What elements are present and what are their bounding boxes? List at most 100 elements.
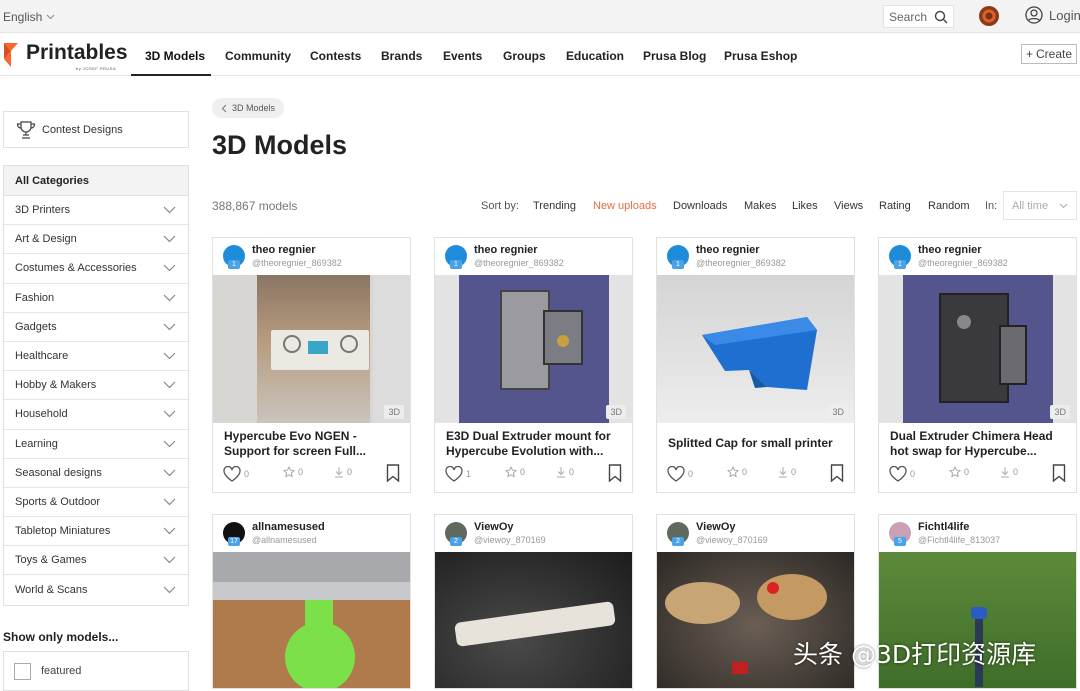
category-item[interactable]: Toys & Games	[4, 546, 188, 576]
category-item[interactable]: Learning	[4, 430, 188, 459]
create-label: Create	[1035, 47, 1073, 61]
category-item[interactable]: World & Scans	[4, 575, 188, 604]
chevron-down-icon[interactable]	[163, 294, 176, 302]
like-button[interactable]: 0	[889, 466, 915, 482]
user-badge-icon[interactable]	[979, 6, 999, 26]
model-title[interactable]: Dual Extruder Chimera Head hot swap for …	[879, 423, 1076, 459]
model-image[interactable]: 3D	[435, 275, 632, 423]
chevron-down-icon[interactable]	[163, 381, 176, 389]
sort-trending[interactable]: Trending	[533, 200, 576, 212]
like-button[interactable]: 1	[445, 466, 471, 482]
model-image[interactable]: 3D	[657, 275, 854, 423]
login-button[interactable]: Login	[1025, 6, 1080, 24]
time-filter-select[interactable]: All time	[1003, 191, 1077, 220]
model-card[interactable]: 1 theo regnier @theoregnier_869382 3D Sp…	[656, 237, 855, 493]
chevron-down-icon[interactable]	[163, 410, 176, 418]
download-count: 0	[1013, 467, 1019, 477]
chevron-down-icon[interactable]	[163, 323, 176, 331]
level-badge: 17	[228, 537, 240, 546]
category-item[interactable]: Costumes & Accessories	[4, 254, 188, 284]
sort-new-uploads[interactable]: New uploads	[593, 200, 657, 212]
category-item[interactable]: Hobby & Makers	[4, 371, 188, 401]
model-card[interactable]: 2 ViewOy @viewoy_870169	[434, 514, 633, 689]
model-image[interactable]: 3D	[879, 275, 1076, 423]
category-item[interactable]: Tabletop Miniatures	[4, 517, 188, 547]
category-item[interactable]: Art & Design	[4, 225, 188, 255]
contest-designs-label: Contest Designs	[42, 123, 123, 136]
sort-makes[interactable]: Makes	[744, 200, 776, 212]
all-categories[interactable]: All Categories	[4, 166, 188, 196]
bookmark-icon[interactable]	[830, 464, 844, 482]
nav-brands[interactable]: Brands	[381, 49, 422, 63]
chevron-down-icon[interactable]	[163, 586, 176, 594]
nav-3d-models[interactable]: 3D Models	[145, 49, 205, 63]
bookmark-icon[interactable]	[386, 464, 400, 482]
chevron-down-icon[interactable]	[163, 527, 176, 535]
like-button[interactable]: 0	[667, 466, 693, 482]
author-name[interactable]: ViewOy	[474, 521, 514, 533]
model-card[interactable]: 17 allnamesused @allnamesused	[212, 514, 411, 689]
category-item[interactable]: Sports & Outdoor	[4, 488, 188, 518]
featured-filter[interactable]: featured	[3, 651, 189, 691]
bookmark-icon[interactable]	[608, 464, 622, 482]
active-tab-indicator	[131, 74, 211, 76]
bookmark-icon[interactable]	[1052, 464, 1066, 482]
search-box[interactable]: Search	[883, 5, 954, 28]
author-name[interactable]: Fichtl4life	[918, 521, 969, 533]
chevron-down-icon[interactable]	[163, 440, 176, 448]
heart-icon	[667, 466, 685, 482]
rating: 0	[949, 466, 969, 478]
model-title[interactable]: Hypercube Evo NGEN - Support for screen …	[213, 423, 410, 459]
contest-designs-button[interactable]: Contest Designs	[3, 111, 189, 148]
sort-likes[interactable]: Likes	[792, 200, 818, 212]
model-title[interactable]: E3D Dual Extruder mount for Hypercube Ev…	[435, 423, 632, 459]
card-header: 2 ViewOy @viewoy_870169	[657, 515, 854, 552]
author-name[interactable]: theo regnier	[252, 244, 316, 256]
nav-prusa-blog[interactable]: Prusa Blog	[643, 49, 706, 63]
category-item[interactable]: Gadgets	[4, 313, 188, 342]
login-label: Login	[1049, 7, 1080, 23]
author-name[interactable]: theo regnier	[696, 244, 760, 256]
category-item[interactable]: Healthcare	[4, 342, 188, 372]
chevron-down-icon[interactable]	[163, 264, 176, 272]
category-item[interactable]: Household	[4, 400, 188, 430]
printables-logo[interactable]: Printables by JOSEF PRUSA	[3, 42, 128, 71]
nav-education[interactable]: Education	[566, 49, 624, 63]
sort-downloads[interactable]: Downloads	[673, 200, 727, 212]
featured-checkbox[interactable]	[14, 662, 31, 680]
model-card[interactable]: 1 theo regnier @theoregnier_869382 3D E3…	[434, 237, 633, 493]
nav-community[interactable]: Community	[225, 49, 291, 63]
model-image[interactable]: 3D	[213, 275, 410, 423]
chevron-down-icon[interactable]	[163, 206, 176, 214]
breadcrumb[interactable]: 3D Models	[212, 98, 285, 118]
category-item[interactable]: Seasonal designs	[4, 459, 188, 488]
author-name[interactable]: theo regnier	[918, 244, 982, 256]
sort-views[interactable]: Views	[834, 200, 863, 212]
model-card[interactable]: 1 theo regnier @theoregnier_869382 3D Hy…	[212, 237, 411, 493]
model-card[interactable]: 1 theo regnier @theoregnier_869382 3D Du…	[878, 237, 1077, 493]
like-button[interactable]: 0	[223, 466, 249, 482]
sort-rating[interactable]: Rating	[879, 200, 911, 212]
model-image[interactable]	[213, 552, 410, 688]
author-name[interactable]: theo regnier	[474, 244, 538, 256]
3d-tag: 3D	[828, 405, 848, 419]
nav-groups[interactable]: Groups	[503, 49, 546, 63]
author-name[interactable]: allnamesused	[252, 521, 325, 533]
chevron-down-icon[interactable]	[163, 498, 176, 506]
nav-contests[interactable]: Contests	[310, 49, 361, 63]
language-selector[interactable]: English	[3, 10, 55, 24]
chevron-down-icon[interactable]	[163, 352, 176, 360]
nav-events[interactable]: Events	[443, 49, 482, 63]
category-item[interactable]: 3D Printers	[4, 196, 188, 226]
nav-prusa-eshop[interactable]: Prusa Eshop	[724, 49, 797, 63]
author-name[interactable]: ViewOy	[696, 521, 736, 533]
heart-icon	[445, 466, 463, 482]
create-button[interactable]: + Create	[1021, 44, 1077, 64]
sort-random[interactable]: Random	[928, 200, 970, 212]
model-image[interactable]	[435, 552, 632, 688]
chevron-down-icon[interactable]	[163, 556, 176, 564]
model-title[interactable]: Splitted Cap for small printer	[657, 423, 854, 459]
category-item[interactable]: Fashion	[4, 284, 188, 313]
chevron-down-icon[interactable]	[163, 469, 176, 477]
chevron-down-icon[interactable]	[163, 235, 176, 243]
